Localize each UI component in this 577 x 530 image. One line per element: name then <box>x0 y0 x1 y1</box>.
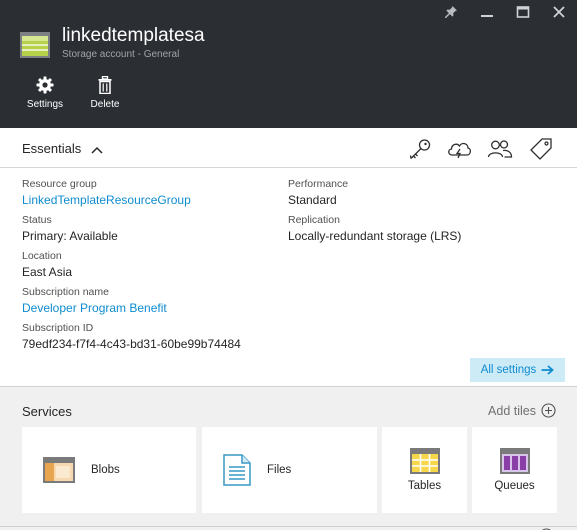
subscription-id-value: 79edf234-f7f4-4c43-bd31-60be99b74484 <box>22 337 241 351</box>
tile-tables-label: Tables <box>407 480 442 492</box>
blade-subtitle: Storage account - General <box>62 49 180 60</box>
queues-icon <box>499 448 530 474</box>
files-icon <box>223 454 251 486</box>
plus-circle-icon[interactable] <box>539 523 554 530</box>
tile-tables[interactable]: Tables <box>382 427 467 513</box>
resource-group-property: Resource group LinkedTemplateResourceGro… <box>22 177 191 209</box>
all-settings-label: All settings <box>480 364 537 376</box>
tile-queues[interactable]: Queues <box>472 427 557 513</box>
subscription-name-property: Subscription name Developer Program Bene… <box>22 285 167 317</box>
section-divider <box>0 526 577 527</box>
chevron-up-icon[interactable] <box>91 142 103 160</box>
delete-label: Delete <box>90 99 120 110</box>
storage-account-icon <box>20 32 50 58</box>
tables-icon <box>409 448 440 474</box>
subscription-id-property: Subscription ID 79edf234-f7f4-4c43-bd31-… <box>22 321 241 353</box>
services-title: Services <box>22 404 72 419</box>
performance-value: Standard <box>288 193 337 207</box>
trash-icon <box>98 76 112 94</box>
add-tiles-button[interactable]: Add tiles <box>488 403 556 418</box>
resource-group-link[interactable]: LinkedTemplateResourceGroup <box>22 191 191 209</box>
performance-label: Performance <box>288 178 349 190</box>
subscription-name-label: Subscription name <box>22 286 109 298</box>
add-tiles-label: Add tiles <box>488 403 536 418</box>
users-icon[interactable] <box>487 137 513 161</box>
location-value: East Asia <box>22 265 73 279</box>
window-controls <box>433 0 577 24</box>
key-icon[interactable] <box>407 137 433 161</box>
tile-blobs-label: Blobs <box>91 464 120 476</box>
tile-queues-label: Queues <box>494 480 535 492</box>
tile-files-label: Files <box>267 464 292 476</box>
subscription-id-label: Subscription ID <box>22 322 94 334</box>
settings-label: Settings <box>26 99 64 110</box>
plus-circle-icon <box>541 403 556 418</box>
settings-button[interactable]: Settings <box>20 76 70 110</box>
blade-header: linkedtemplatesa Storage account - Gener… <box>0 0 577 128</box>
cloud-lightning-icon[interactable] <box>446 137 472 161</box>
performance-property: Performance Standard <box>288 177 348 209</box>
status-value: Primary: Available <box>22 229 118 243</box>
replication-label: Replication <box>288 214 340 226</box>
status-label: Status <box>22 214 52 226</box>
gear-icon <box>36 76 54 94</box>
arrow-right-icon <box>541 365 555 375</box>
tag-icon[interactable] <box>528 137 554 161</box>
tile-files[interactable]: Files <box>202 427 377 513</box>
minimize-icon[interactable] <box>469 0 505 24</box>
delete-button[interactable]: Delete <box>80 76 130 110</box>
tile-blobs[interactable]: Blobs <box>22 427 196 513</box>
location-property: Location East Asia <box>22 249 72 281</box>
blobs-icon <box>43 457 75 483</box>
essentials-title[interactable]: Essentials <box>22 141 81 156</box>
status-property: Status Primary: Available <box>22 213 118 245</box>
blade-title: linkedtemplatesa <box>62 25 205 46</box>
replication-property: Replication Locally-redundant storage (L… <box>288 213 461 245</box>
services-section: Services Add tiles Blobs Files Tables Qu… <box>0 386 577 530</box>
pin-icon[interactable] <box>433 0 469 24</box>
replication-value: Locally-redundant storage (LRS) <box>288 229 462 243</box>
location-label: Location <box>22 250 62 262</box>
close-icon[interactable] <box>541 0 577 24</box>
subscription-name-link[interactable]: Developer Program Benefit <box>22 299 167 317</box>
maximize-icon[interactable] <box>505 0 541 24</box>
resource-group-label: Resource group <box>22 178 97 190</box>
essentials-bar: Essentials <box>0 128 577 168</box>
all-settings-button[interactable]: All settings <box>470 358 565 382</box>
